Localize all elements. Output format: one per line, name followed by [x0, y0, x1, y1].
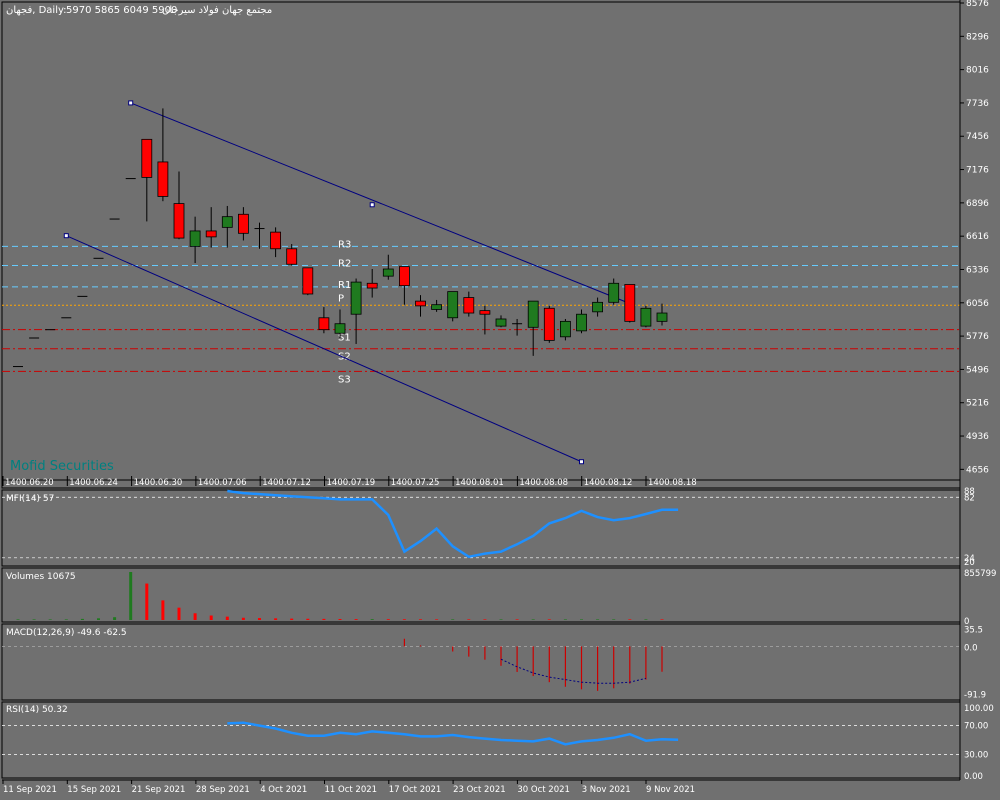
candle-body	[141, 138, 153, 178]
bottom-date-label: 4 Oct 2021	[260, 785, 307, 795]
candle-body	[318, 317, 330, 331]
price-tick-label: 8576	[966, 0, 989, 9]
pivot-label: R3	[338, 239, 351, 250]
candle-body	[398, 266, 410, 287]
price-tick-label: 4936	[966, 432, 989, 442]
bottom-date-label: 17 Oct 2021	[389, 785, 442, 795]
rsi-tick-label: 0.00	[964, 772, 983, 782]
pivot-label: R1	[338, 280, 351, 291]
company-name: مجتمع جهان فولاد سيرجان	[162, 5, 272, 16]
price-tick-label: 7176	[966, 166, 989, 176]
top-date-label: 1400.06.30	[134, 478, 183, 488]
candle-body	[576, 313, 587, 332]
bottom-date-label: 11 Oct 2021	[325, 785, 378, 795]
rsi-tick-label: 30.00	[964, 750, 988, 760]
candle-body	[431, 304, 443, 310]
top-date-label: 1400.08.08	[519, 478, 568, 488]
bottom-date-label: 3 Nov 2021	[582, 785, 631, 795]
macd-tick-label: -91.9	[964, 690, 986, 700]
top-date-label: 1400.07.25	[391, 478, 440, 488]
price-tick-label: 5496	[966, 365, 989, 375]
pivot-label: S3	[338, 374, 351, 385]
bottom-date-label: 11 Sep 2021	[3, 785, 57, 795]
candle-body	[270, 231, 282, 250]
mfi-tick-label: 82	[964, 493, 975, 503]
candle-body	[543, 307, 555, 341]
price-tick-label: 4656	[966, 465, 989, 475]
candle-body	[173, 203, 185, 239]
candle-body	[189, 230, 201, 247]
mfi-tick-label: 20	[964, 558, 975, 568]
price-tick-label: 5776	[966, 332, 989, 342]
bottom-date-label: 30 Oct 2021	[517, 785, 570, 795]
top-date-label: 1400.08.18	[648, 478, 697, 488]
price-tick-label: 6616	[966, 232, 989, 242]
price-tick-label: 8296	[966, 32, 989, 42]
symbol-label: فجهان, Daily:	[6, 5, 67, 16]
candle-body	[221, 216, 233, 228]
price-tick-label: 7456	[966, 132, 989, 142]
volume-tick-label: 855799	[964, 569, 996, 579]
candle-body	[334, 323, 346, 334]
macd-tick-label: 35.5	[964, 625, 983, 635]
channel-anchor	[128, 100, 134, 106]
trading-chart[interactable]: 1400.06.20 1400.06.24 1400.06.30 1400.07.06…	[0, 0, 1000, 800]
candle-body	[286, 248, 298, 265]
bottom-date-label: 23 Oct 2021	[453, 785, 506, 795]
price-tick-label: 6056	[966, 299, 989, 309]
top-date-label: 1400.06.20	[5, 478, 54, 488]
macd-label: MACD(12,26,9) -49.6 -62.5	[6, 628, 127, 638]
macd-tick-label: 0.0	[964, 643, 978, 653]
candle-body	[624, 284, 636, 322]
bottom-date-label: 28 Sep 2021	[196, 785, 250, 795]
candle-body	[560, 320, 571, 338]
top-date-label: 1400.07.19	[327, 478, 376, 488]
pivot-label: P	[338, 293, 344, 304]
mfi-label: MFI(14) 57	[6, 494, 54, 504]
chart-background	[0, 0, 1000, 800]
candle-body	[479, 310, 491, 315]
candle-body	[415, 300, 426, 307]
watermark: Mofid Securities	[10, 459, 114, 474]
candle-body	[447, 291, 459, 319]
candle-body	[366, 282, 378, 289]
candle-body	[350, 281, 362, 315]
candle-body	[656, 312, 668, 322]
top-date-label: 1400.07.06	[198, 478, 247, 488]
price-tick-label: 6336	[966, 265, 989, 275]
candle-body	[302, 267, 314, 295]
candle-body	[527, 300, 539, 328]
bottom-date-label: 15 Sep 2021	[67, 785, 121, 795]
top-date-label: 1400.07.12	[262, 478, 311, 488]
candle-body	[495, 318, 507, 327]
channel-anchor	[579, 459, 584, 465]
top-date-label: 1400.08.01	[455, 478, 504, 488]
candle-body	[592, 301, 603, 313]
channel-anchor	[63, 233, 69, 239]
candle-body	[463, 297, 475, 314]
top-date-label: 1400.06.24	[69, 478, 118, 488]
bottom-date-label: 9 Nov 2021	[646, 785, 695, 795]
candle-body	[237, 213, 249, 234]
price-tick-label: 8016	[966, 66, 989, 76]
top-date-label: 1400.08.12	[584, 478, 633, 488]
rsi-label: RSI(14) 50.32	[6, 705, 68, 715]
candle-body	[608, 282, 620, 303]
rsi-tick-label: 100.00	[964, 704, 994, 714]
price-tick-label: 7736	[966, 99, 989, 109]
volumes-label: Volumes 10675	[6, 572, 76, 582]
candle-body	[157, 161, 169, 197]
ohlc-values: 5970 5865 6049 5900	[66, 5, 177, 16]
bottom-date-label: 21 Sep 2021	[132, 785, 186, 795]
price-tick-label: 6896	[966, 199, 989, 209]
candle-body	[205, 230, 217, 238]
pivot-label: R2	[338, 258, 351, 269]
rsi-tick-label: 70.00	[964, 722, 988, 732]
channel-anchor	[369, 202, 375, 208]
candle-body	[640, 307, 652, 327]
price-tick-label: 5216	[966, 399, 989, 409]
candle-body	[382, 268, 394, 277]
